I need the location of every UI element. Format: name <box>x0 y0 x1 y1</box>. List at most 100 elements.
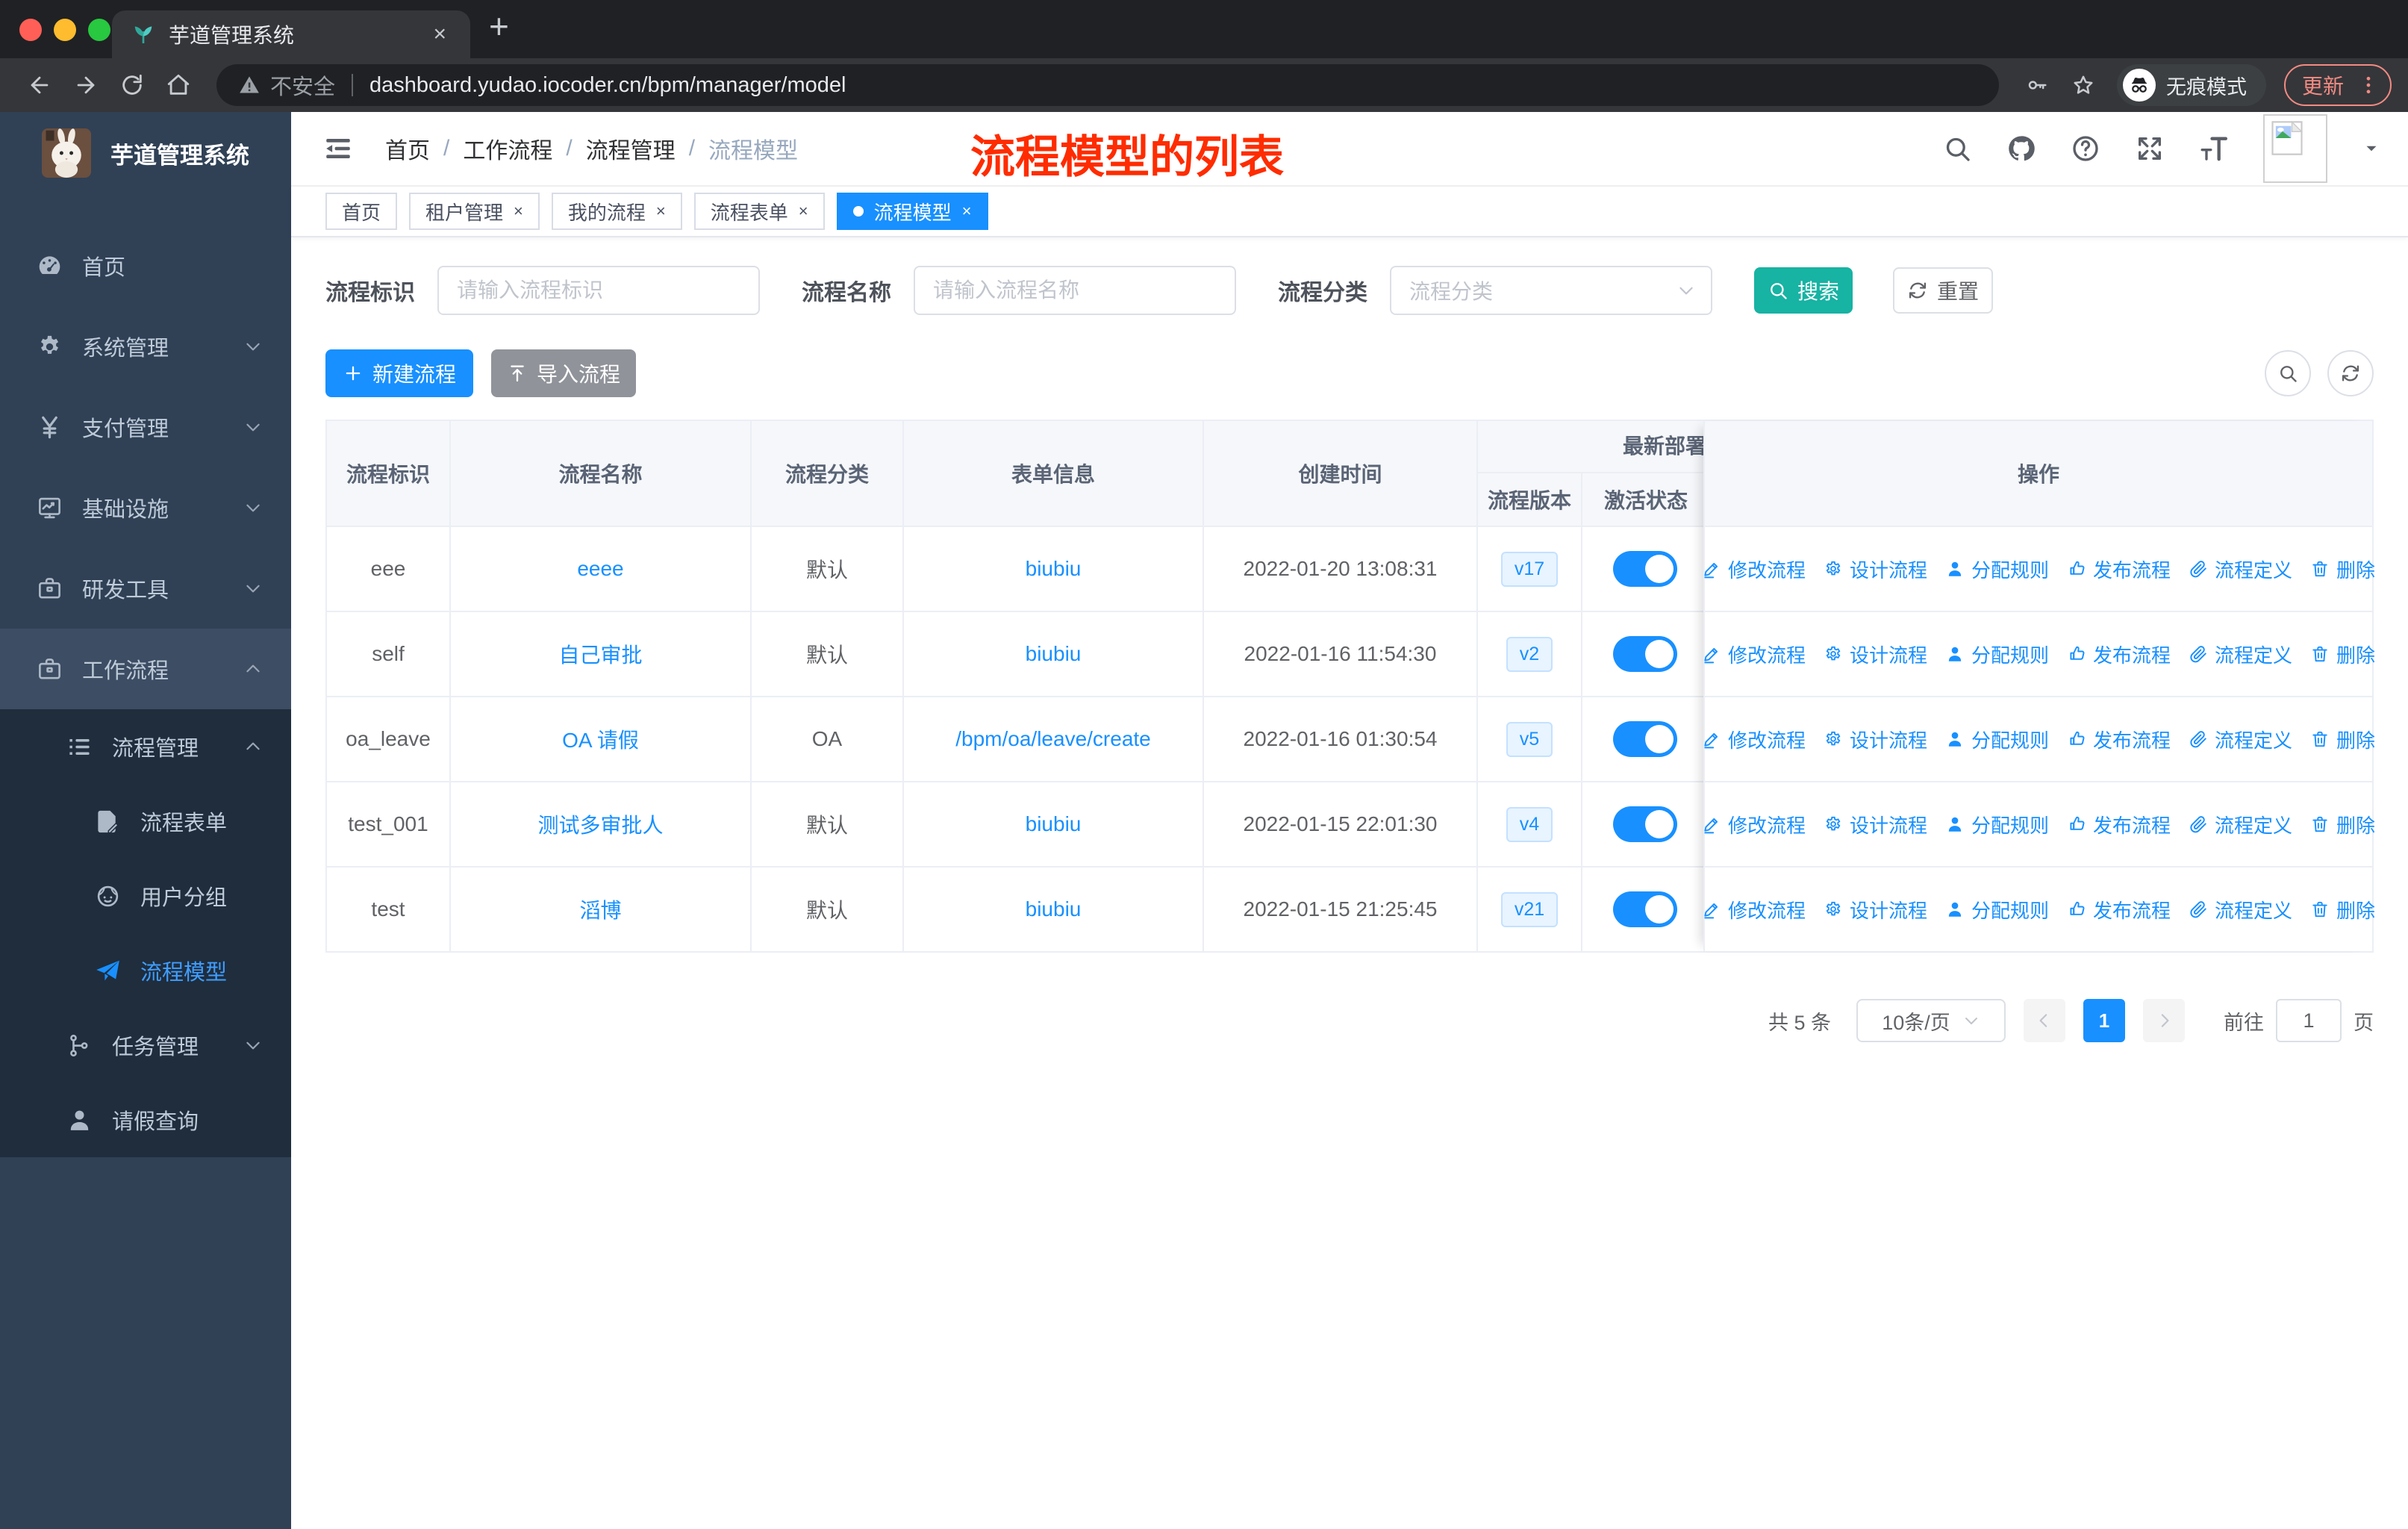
close-window-button[interactable] <box>19 19 42 41</box>
form-info-link[interactable]: /bpm/oa/leave/create <box>955 727 1151 751</box>
page-size-select[interactable]: 10条/页 <box>1856 999 2006 1042</box>
search-button[interactable]: 搜索 <box>1754 267 1853 314</box>
sidebar-item-workflow[interactable]: 工作流程 <box>0 629 291 709</box>
tag-close-icon[interactable]: × <box>962 202 972 221</box>
sidebar-item-process-mgmt[interactable]: 流程管理 <box>0 709 291 784</box>
action-发布流程-link[interactable]: 发布流程 <box>2067 896 2171 924</box>
page-number-button[interactable]: 1 <box>2083 999 2125 1042</box>
browser-tab[interactable]: 芋道管理系统 × <box>112 10 470 58</box>
zoom-window-button[interactable] <box>88 19 110 41</box>
active-toggle[interactable] <box>1613 806 1677 842</box>
forward-icon[interactable] <box>63 72 109 98</box>
active-toggle[interactable] <box>1613 721 1677 757</box>
breadcrumb-item[interactable]: 首页 <box>385 132 430 165</box>
home-icon[interactable] <box>155 72 202 98</box>
tag-item-2[interactable]: 我的流程 × <box>551 193 682 230</box>
tag-item-0[interactable]: 首页 <box>325 193 398 230</box>
process-name-link[interactable]: eeee <box>577 557 623 581</box>
process-name-link[interactable]: 测试多审批人 <box>537 809 663 839</box>
import-process-button[interactable]: 导入流程 <box>491 349 636 397</box>
tag-close-icon[interactable]: × <box>656 202 666 221</box>
action-删除-link[interactable]: 删除 <box>2310 726 2375 753</box>
action-删除-link[interactable]: 删除 <box>2310 896 2375 924</box>
help-icon[interactable] <box>2071 134 2100 164</box>
action-修改流程-link[interactable]: 修改流程 <box>1702 896 1806 924</box>
sidebar-item-process-form[interactable]: 流程表单 <box>0 784 291 859</box>
action-流程定义-link[interactable]: 流程定义 <box>2189 811 2292 838</box>
action-分配规则-link[interactable]: 分配规则 <box>1945 555 2049 583</box>
goto-page-input[interactable] <box>2276 999 2342 1042</box>
tag-close-icon[interactable]: × <box>514 202 523 221</box>
action-流程定义-link[interactable]: 流程定义 <box>2189 641 2292 668</box>
tab-close-icon[interactable]: × <box>428 22 451 47</box>
toggle-search-button[interactable] <box>2265 350 2311 396</box>
process-name-input[interactable] <box>914 266 1236 315</box>
action-设计流程-link[interactable]: 设计流程 <box>1824 555 1927 583</box>
user-menu-caret-icon[interactable] <box>2362 139 2381 158</box>
action-流程定义-link[interactable]: 流程定义 <box>2189 555 2292 583</box>
action-修改流程-link[interactable]: 修改流程 <box>1702 726 1806 753</box>
update-button[interactable]: 更新 <box>2283 64 2392 106</box>
key-icon[interactable] <box>2026 74 2048 96</box>
process-category-select[interactable]: 流程分类 <box>1390 266 1712 315</box>
action-设计流程-link[interactable]: 设计流程 <box>1824 896 1927 924</box>
tag-close-icon[interactable]: × <box>799 202 808 221</box>
breadcrumb-item[interactable]: 工作流程 <box>463 132 552 165</box>
action-发布流程-link[interactable]: 发布流程 <box>2067 811 2171 838</box>
process-key-input[interactable] <box>437 266 760 315</box>
action-修改流程-link[interactable]: 修改流程 <box>1702 555 1806 583</box>
font-size-icon[interactable] <box>2199 134 2229 164</box>
action-删除-link[interactable]: 删除 <box>2310 811 2375 838</box>
security-status[interactable]: 不安全 <box>239 69 335 101</box>
action-设计流程-link[interactable]: 设计流程 <box>1824 811 1927 838</box>
action-删除-link[interactable]: 删除 <box>2310 555 2375 583</box>
action-流程定义-link[interactable]: 流程定义 <box>2189 896 2292 924</box>
action-设计流程-link[interactable]: 设计流程 <box>1824 726 1927 753</box>
bookmark-star-icon[interactable] <box>2072 74 2094 96</box>
tag-item-4[interactable]: 流程模型 × <box>836 193 988 230</box>
action-分配规则-link[interactable]: 分配规则 <box>1945 641 2049 668</box>
sidebar-item-payment[interactable]: 支付管理 <box>0 387 291 467</box>
minimize-window-button[interactable] <box>54 19 76 41</box>
github-icon[interactable] <box>2006 134 2036 164</box>
tag-item-1[interactable]: 租户管理 × <box>409 193 540 230</box>
sidebar-item-process-model[interactable]: 流程模型 <box>0 933 291 1008</box>
new-tab-button[interactable]: + <box>489 6 509 46</box>
refresh-table-button[interactable] <box>2327 350 2374 396</box>
process-name-link[interactable]: OA 请假 <box>562 724 639 754</box>
form-info-link[interactable]: biubiu <box>1026 642 1082 666</box>
user-avatar[interactable] <box>2263 114 2327 183</box>
next-page-button[interactable] <box>2143 999 2185 1042</box>
process-name-link[interactable]: 自己审批 <box>558 639 642 669</box>
sidebar-item-dev-tools[interactable]: 研发工具 <box>0 548 291 629</box>
action-流程定义-link[interactable]: 流程定义 <box>2189 726 2292 753</box>
action-删除-link[interactable]: 删除 <box>2310 641 2375 668</box>
sidebar-item-user-group[interactable]: 用户分组 <box>0 859 291 933</box>
reload-icon[interactable] <box>109 72 155 98</box>
sidebar-item-system[interactable]: 系统管理 <box>0 306 291 387</box>
process-name-link[interactable]: 滔博 <box>579 894 621 924</box>
active-toggle[interactable] <box>1613 636 1677 672</box>
action-分配规则-link[interactable]: 分配规则 <box>1945 896 2049 924</box>
active-toggle[interactable] <box>1613 891 1677 927</box>
prev-page-button[interactable] <box>2024 999 2065 1042</box>
back-icon[interactable] <box>16 72 63 98</box>
sidebar-item-leave-query[interactable]: 请假查询 <box>0 1083 291 1157</box>
collapse-sidebar-icon[interactable] <box>322 133 354 164</box>
action-设计流程-link[interactable]: 设计流程 <box>1824 641 1927 668</box>
url-bar[interactable]: 不安全 dashboard.yudao.iocoder.cn/bpm/manag… <box>216 64 1999 106</box>
sidebar-item-infrastructure[interactable]: 基础设施 <box>0 467 291 548</box>
action-发布流程-link[interactable]: 发布流程 <box>2067 641 2171 668</box>
active-toggle[interactable] <box>1613 551 1677 587</box>
browser-menu-icon[interactable] <box>2357 74 2380 96</box>
reset-button[interactable]: 重置 <box>1893 267 1993 314</box>
form-info-link[interactable]: biubiu <box>1026 812 1082 836</box>
breadcrumb-item[interactable]: 流程管理 <box>586 132 676 165</box>
tag-item-3[interactable]: 流程表单 × <box>693 193 825 230</box>
search-icon[interactable] <box>1942 134 1972 164</box>
form-info-link[interactable]: biubiu <box>1026 897 1082 921</box>
sidebar-item-task-mgmt[interactable]: 任务管理 <box>0 1008 291 1083</box>
action-发布流程-link[interactable]: 发布流程 <box>2067 726 2171 753</box>
form-info-link[interactable]: biubiu <box>1026 557 1082 581</box>
create-process-button[interactable]: 新建流程 <box>325 349 473 397</box>
